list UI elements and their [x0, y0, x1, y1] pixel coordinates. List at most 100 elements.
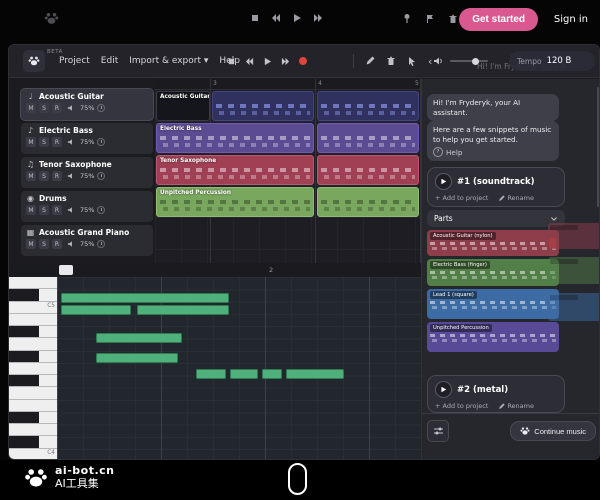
solo-button[interactable]: S — [39, 103, 49, 113]
site-rewind-button[interactable] — [271, 13, 281, 23]
track-row-tenor-saxophone[interactable]: ♫Tenor Saxophone M S R 75% — [21, 157, 153, 188]
clip-unpitched-percussion[interactable]: Unpitched Percussion — [156, 187, 314, 217]
clip-acoustic-guitar[interactable] — [212, 91, 314, 121]
solo-button[interactable]: S — [39, 205, 49, 215]
track-volume-value[interactable]: 75% — [80, 172, 94, 180]
mute-button[interactable]: M — [26, 171, 36, 181]
stop-button[interactable] — [227, 57, 236, 66]
piano-key[interactable] — [9, 289, 57, 301]
help-link[interactable]: ?Help — [433, 147, 553, 157]
pin-button[interactable] — [402, 13, 412, 24]
mute-button[interactable]: M — [26, 137, 36, 147]
track-row-drums[interactable]: ◉Drums M S R 75% — [21, 191, 153, 222]
record-arm-button[interactable]: R — [52, 103, 62, 113]
midi-note[interactable] — [96, 333, 182, 343]
continue-music-button[interactable]: Continue music — [510, 421, 596, 441]
rename-button[interactable]: Rename — [498, 402, 534, 410]
midi-note[interactable] — [262, 369, 282, 379]
solo-button[interactable]: S — [39, 239, 49, 249]
piano-key[interactable]: C4 — [9, 449, 57, 460]
piano-key[interactable] — [9, 338, 57, 350]
clip-unpitched-percussion[interactable] — [317, 187, 419, 217]
midi-note[interactable] — [137, 305, 229, 315]
record-button[interactable] — [299, 57, 307, 65]
track-volume-value[interactable]: 75% — [80, 240, 94, 248]
mute-button[interactable]: M — [26, 239, 36, 249]
add-to-project-button[interactable]: + Add to project — [435, 402, 488, 410]
site-forward-button[interactable] — [313, 13, 323, 23]
track-volume-value[interactable]: 75% — [80, 138, 94, 146]
clip-electric-bass[interactable] — [317, 123, 419, 153]
solo-button[interactable]: S — [39, 171, 49, 181]
midi-note[interactable] — [230, 369, 258, 379]
piano-key[interactable] — [9, 412, 57, 424]
clip-acoustic-guitar-selected[interactable]: Acoustic Guitar — [156, 91, 210, 121]
sign-in-link[interactable]: Sign in — [554, 14, 588, 25]
track-volume-value[interactable]: 75% — [80, 104, 94, 112]
pan-knob[interactable] — [97, 138, 105, 146]
part-electric-bass-finger[interactable]: Electric Bass (finger) — [427, 259, 559, 286]
track-row-acoustic-grand-piano[interactable]: ▦Acoustic Grand Piano M S R 75% — [21, 225, 153, 256]
record-arm-button[interactable]: R — [52, 137, 62, 147]
play-snippet-button[interactable] — [435, 381, 452, 398]
piano-key[interactable] — [9, 424, 57, 436]
tempo-control[interactable]: Tempo 120 B — [509, 51, 595, 71]
piano-roll-grid[interactable] — [57, 277, 421, 460]
app-logo-paw-icon[interactable] — [23, 50, 45, 72]
piano-key[interactable] — [9, 351, 57, 363]
mute-button[interactable]: M — [26, 103, 36, 113]
play-button[interactable] — [263, 57, 272, 66]
mute-button[interactable]: M — [26, 205, 36, 215]
piano-key[interactable] — [9, 436, 57, 448]
delete-button[interactable] — [386, 56, 396, 66]
menu-project[interactable]: Project — [59, 56, 90, 66]
midi-note[interactable] — [61, 293, 229, 303]
forward-button[interactable] — [281, 57, 290, 66]
track-row-electric-bass[interactable]: ♪Electric Bass M S R 75% — [21, 123, 153, 154]
site-stop-button[interactable] — [250, 13, 260, 23]
rewind-button[interactable] — [245, 57, 254, 66]
part-unpitched-percussion[interactable]: Unpitched Percussion — [427, 322, 559, 352]
trash-button[interactable] — [448, 14, 458, 24]
midi-note[interactable] — [286, 369, 344, 379]
midi-note[interactable] — [96, 353, 178, 363]
clip-acoustic-guitar[interactable] — [317, 91, 419, 121]
piano-key[interactable] — [9, 375, 57, 387]
piano-key[interactable] — [9, 387, 57, 399]
menu-import-export[interactable]: Import & export ▾ — [129, 56, 208, 66]
speaker-icon[interactable] — [433, 56, 444, 66]
site-play-button[interactable] — [292, 13, 302, 23]
record-arm-button[interactable]: R — [52, 171, 62, 181]
pan-knob[interactable] — [97, 206, 105, 214]
play-snippet-button[interactable] — [435, 173, 452, 190]
piano-key[interactable] — [9, 400, 57, 412]
clip-tenor-saxophone[interactable] — [317, 155, 419, 185]
piano-key[interactable] — [9, 326, 57, 338]
piano-key[interactable] — [9, 277, 57, 289]
pan-knob[interactable] — [97, 172, 105, 180]
cursor-tool-button[interactable] — [407, 56, 417, 66]
ruler-handle[interactable] — [59, 265, 73, 275]
record-arm-button[interactable]: R — [52, 239, 62, 249]
pan-knob[interactable] — [97, 104, 105, 112]
flag-button[interactable] — [425, 14, 435, 24]
record-arm-button[interactable]: R — [52, 205, 62, 215]
mixer-settings-button[interactable] — [427, 420, 449, 442]
clip-tenor-saxophone[interactable]: Tenor Saxophone — [156, 155, 314, 185]
piano-key[interactable]: C5 — [9, 302, 57, 314]
piano-key[interactable] — [9, 314, 57, 326]
arrangement-view[interactable]: 3 4 5 Acoustic Guitar Electric Bass Teno… — [155, 79, 421, 263]
part-lead-1-square[interactable]: Lead 1 (square) — [427, 289, 559, 319]
menu-edit[interactable]: Edit — [101, 56, 118, 66]
midi-note[interactable] — [61, 305, 131, 315]
pan-knob[interactable] — [97, 240, 105, 248]
track-row-acoustic-guitar[interactable]: ♩Acoustic Guitar M S R 75% — [21, 89, 153, 120]
solo-button[interactable]: S — [39, 137, 49, 147]
track-volume-value[interactable]: 75% — [80, 206, 94, 214]
parts-collapse-header[interactable]: Parts — [427, 210, 565, 227]
piano-key[interactable] — [9, 363, 57, 375]
chevron-left-button[interactable]: ‹ — [428, 56, 432, 67]
clip-electric-bass[interactable]: Electric Bass — [156, 123, 314, 153]
part-acoustic-guitar-nylon[interactable]: Acoustic Guitar (nylon) — [427, 230, 559, 256]
add-to-project-button[interactable]: + Add to project — [435, 194, 488, 202]
